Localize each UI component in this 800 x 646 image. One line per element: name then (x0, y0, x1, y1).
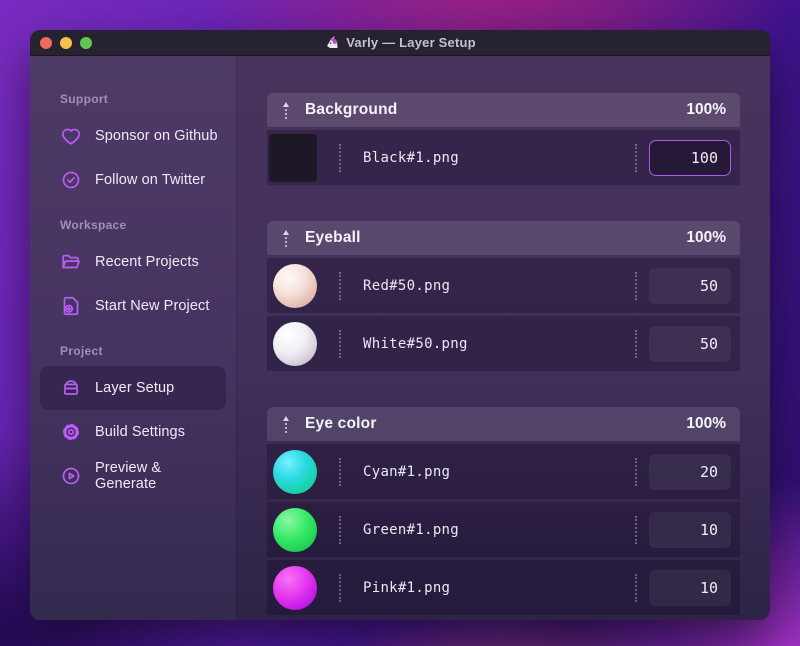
dotted-divider (339, 329, 341, 358)
layer-row-cyan-1-png[interactable]: Cyan#1.png (267, 444, 740, 499)
sidebar-section-support: Support Sponsor on Github Follow on Twitte… (30, 92, 236, 202)
layer-thumbnail (273, 507, 317, 552)
dotted-divider (339, 271, 341, 300)
play-circle-icon (60, 465, 82, 487)
sidebar-item-label: Layer Setup (95, 380, 175, 396)
dotted-divider (339, 457, 341, 486)
dotted-divider (339, 515, 341, 544)
sidebar-item-preview-generate[interactable]: Preview & Generate (40, 454, 226, 498)
sidebar-section-label: Workspace (60, 218, 127, 232)
layer-row-pink-1-png[interactable]: Pink#1.png (267, 560, 740, 615)
layer-weight-input[interactable] (649, 453, 731, 490)
dotted-divider (635, 143, 637, 172)
sidebar-item-label: Start New Project (95, 298, 210, 314)
sidebar-item-follow-on-twitter[interactable]: Follow on Twitter (40, 158, 226, 202)
drag-handle-icon[interactable] (281, 229, 291, 247)
sidebar-section-project: Project Layer Setup Build Settings Preview … (30, 344, 236, 498)
sidebar-item-recent-projects[interactable]: Recent Projects (40, 240, 226, 284)
layer-thumbnail (273, 449, 317, 494)
layer-weight-input[interactable] (649, 139, 731, 176)
group-header: Background 100% (267, 93, 740, 127)
traffic-lights (40, 36, 92, 49)
sidebar-item-layer-setup[interactable]: Layer Setup (40, 366, 226, 410)
sidebar-item-label: Sponsor on Github (95, 128, 218, 144)
dotted-divider (339, 143, 341, 172)
layer-weight-input[interactable] (649, 325, 731, 362)
dotted-divider (635, 457, 637, 486)
layer-filename: White#50.png (363, 335, 468, 352)
minimize-button[interactable] (60, 36, 72, 49)
badge-check-icon (60, 169, 82, 191)
window-body: Support Sponsor on Github Follow on Twitte… (30, 56, 770, 620)
sidebar-item-label: Preview & Generate (95, 460, 162, 492)
group-header: Eye color 100% (267, 407, 740, 441)
sidebar-section-label: Support (60, 92, 109, 106)
layer-row-red-50-png[interactable]: Red#50.png (267, 258, 740, 313)
layer-weight-input[interactable] (649, 511, 731, 548)
layer-filename: Black#1.png (363, 149, 460, 166)
group-title: Eyeball (305, 229, 361, 246)
drag-handle-icon[interactable] (281, 101, 291, 119)
dotted-divider (635, 573, 637, 602)
sidebar-item-label: Recent Projects (95, 254, 199, 270)
zoom-button[interactable] (80, 36, 92, 49)
layer-thumbnail (273, 565, 317, 610)
layer-group-background: Background 100% Black#1.png (267, 93, 740, 185)
layer-thumbnail (273, 321, 317, 366)
folder-open-icon (60, 251, 82, 273)
layer-weight-input[interactable] (649, 569, 731, 606)
layer-row-black-1-png[interactable]: Black#1.png (267, 130, 740, 185)
sidebar-item-label: Build Settings (95, 424, 186, 440)
window-title-text: Varly — Layer Setup (346, 35, 476, 50)
layer-thumbnail (269, 133, 317, 182)
group-header: Eyeball 100% (267, 221, 740, 255)
layer-group-eye-color: Eye color 100% Cyan#1.png Green#1.png Pink#1… (267, 407, 740, 615)
gear-icon (60, 421, 82, 443)
layer-setup-panel: Background 100% Black#1.png Eyeball 100% Red#… (237, 56, 770, 620)
layer-row-white-50-png[interactable]: White#50.png (267, 316, 740, 371)
heart-icon (60, 125, 82, 147)
sidebar-item-label: Follow on Twitter (95, 172, 206, 188)
file-plus-icon (60, 295, 82, 317)
unicorn-icon (327, 35, 338, 48)
layers-icon (60, 377, 82, 399)
sidebar-section-workspace: Workspace Recent Projects Start New Projec… (30, 218, 236, 328)
layer-thumbnail (273, 263, 317, 308)
layer-filename: Cyan#1.png (363, 463, 451, 480)
layer-filename: Green#1.png (363, 521, 460, 538)
group-weight: 100% (686, 415, 726, 432)
sidebar-item-sponsor-on-github[interactable]: Sponsor on Github (40, 114, 226, 158)
dotted-divider (635, 329, 637, 358)
group-title: Background (305, 101, 398, 118)
dotted-divider (635, 515, 637, 544)
group-title: Eye color (305, 415, 377, 432)
layer-filename: Pink#1.png (363, 579, 451, 596)
group-weight: 100% (686, 229, 726, 246)
layer-row-green-1-png[interactable]: Green#1.png (267, 502, 740, 557)
dotted-divider (635, 271, 637, 300)
sidebar-item-build-settings[interactable]: Build Settings (40, 410, 226, 454)
titlebar: Varly — Layer Setup (30, 30, 770, 56)
close-button[interactable] (40, 36, 52, 49)
group-weight: 100% (686, 101, 726, 118)
layer-filename: Red#50.png (363, 277, 451, 294)
window-title: Varly — Layer Setup (30, 30, 770, 55)
dotted-divider (339, 573, 341, 602)
drag-handle-icon[interactable] (281, 415, 291, 433)
sidebar-item-start-new-project[interactable]: Start New Project (40, 284, 226, 328)
layer-weight-input[interactable] (649, 267, 731, 304)
sidebar: Support Sponsor on Github Follow on Twitte… (30, 56, 237, 620)
sidebar-section-label: Project (60, 344, 103, 358)
app-window: Varly — Layer Setup Support Sponsor on Gi… (30, 30, 770, 620)
layer-group-eyeball: Eyeball 100% Red#50.png White#50.png (267, 221, 740, 371)
